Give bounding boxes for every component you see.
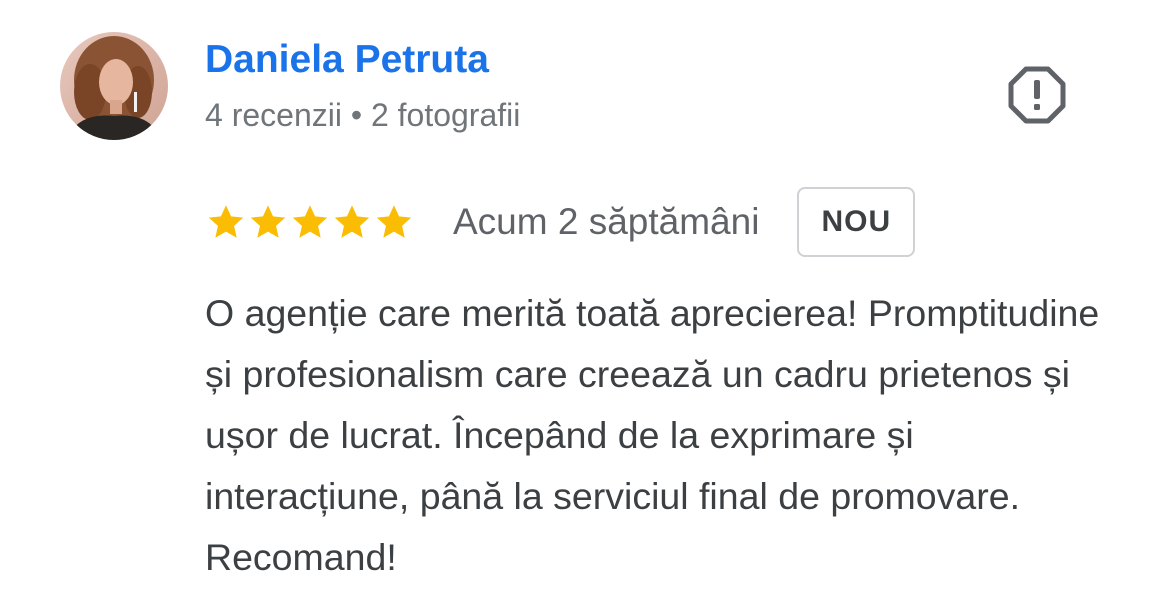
avatar[interactable] [60, 32, 168, 140]
star-icon [334, 205, 370, 238]
rating-row: Acum 2 săptămâni NOU [205, 186, 916, 258]
avatar-image [60, 32, 168, 140]
author-meta: 4 recenzii • 2 fotografii [205, 97, 521, 133]
review-card: Daniela Petruta 4 recenzii • 2 fotografi… [0, 0, 1170, 613]
report-button[interactable] [1005, 63, 1069, 127]
star-icon [208, 205, 244, 238]
star-icon [376, 205, 412, 238]
review-text: O agenție care merită toată aprecierea! … [205, 292, 1100, 578]
star-rating [205, 201, 415, 243]
author-name[interactable]: Daniela Petruta [205, 38, 489, 82]
review-date: Acum 2 săptămâni [453, 201, 760, 242]
star-icon [250, 205, 286, 238]
star-icon [292, 205, 328, 238]
report-icon [1008, 66, 1066, 124]
new-badge: NOU [797, 187, 916, 257]
